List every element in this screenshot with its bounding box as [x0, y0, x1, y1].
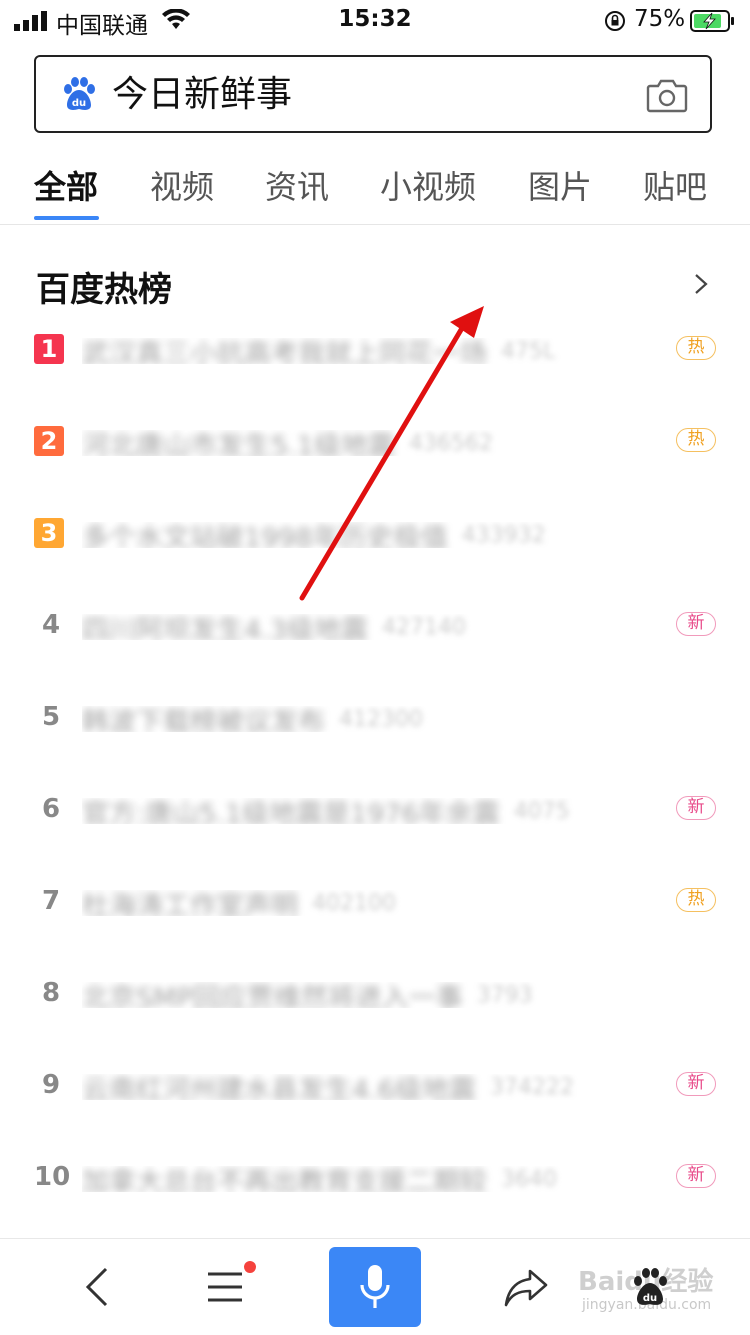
hot-item-title[interactable]: 云南红河州建水县发生4.6级地震 374222 — [82, 1074, 642, 1101]
hot-item-count: 4075 — [513, 798, 570, 824]
rank-number: 8 — [41, 978, 61, 1008]
hot-item-title-text: 杜海涛工作室声明 — [82, 890, 298, 917]
tab-short-video[interactable]: 小视频 — [380, 162, 476, 208]
chevron-right-icon[interactable] — [692, 272, 710, 296]
battery-charging-icon — [690, 10, 734, 32]
hot-badge: 热 — [676, 888, 716, 912]
baidu-home-paw-icon[interactable]: du — [630, 1265, 670, 1309]
battery-percentage: 75% — [634, 6, 686, 32]
voice-search-button[interactable] — [329, 1247, 421, 1327]
status-bar: 中国联通 15:32 75% — [0, 0, 750, 44]
annotation-arrow-icon — [299, 306, 484, 601]
new-badge: 新 — [676, 1072, 716, 1096]
hot-item-count: 427140 — [381, 614, 466, 640]
rank-number: 3 — [34, 518, 64, 548]
hot-item-title-text: 官方:唐山5.1级地震是1976年余震 — [82, 798, 500, 825]
menu-icon[interactable] — [206, 1269, 244, 1305]
hot-item-title[interactable]: 北京SMP回应贾维然将进入一事 3793 — [82, 982, 642, 1009]
search-box[interactable]: du 今日新鲜事 — [34, 55, 712, 133]
rank-number: 10 — [34, 1162, 71, 1192]
hot-item-count: 475L — [501, 338, 556, 364]
hot-badge: 热 — [676, 336, 716, 360]
new-badge: 新 — [676, 796, 716, 820]
share-icon[interactable] — [504, 1267, 548, 1307]
tab-tieba[interactable]: 贴吧 — [643, 162, 707, 208]
hot-item-title-text: 韩波下载榜被议发布 — [82, 706, 325, 733]
rank-number: 2 — [34, 426, 64, 456]
hot-item-count: 374222 — [489, 1074, 574, 1100]
camera-icon[interactable] — [646, 77, 688, 113]
rank-number: 5 — [41, 702, 61, 732]
rank-number: 4 — [41, 610, 61, 640]
rank-number: 6 — [41, 794, 61, 824]
back-arrow-icon[interactable] — [84, 1267, 110, 1307]
hot-list-item[interactable]: 9 云南红河州建水县发生4.6级地震 374222 新 — [0, 1070, 750, 1162]
rank-number: 7 — [41, 886, 61, 916]
hot-item-title-text: 北京SMP回应贾维然将进入一事 — [82, 982, 463, 1009]
microphone-icon — [360, 1265, 390, 1308]
hot-list-item[interactable]: 5 韩波下载榜被议发布 412300 — [0, 702, 750, 794]
hot-item-title[interactable]: 杜海涛工作室声明 402100 — [82, 890, 642, 917]
hot-list-item[interactable]: 7 杜海涛工作室声明 402100 热 — [0, 886, 750, 978]
hot-list-item[interactable]: 4 四川阿坝发生4.3级地震 427140 新 — [0, 610, 750, 702]
active-tab-indicator — [34, 216, 99, 220]
new-badge: 新 — [676, 612, 716, 636]
bottom-toolbar: Baidu经验 jingyan.baidu.com du — [0, 1238, 750, 1335]
svg-text:du: du — [643, 1293, 657, 1304]
rank-number: 9 — [41, 1070, 61, 1100]
hot-item-title[interactable]: 官方:唐山5.1级地震是1976年余震 4075 — [82, 798, 642, 825]
tab-news[interactable]: 资讯 — [265, 162, 329, 208]
new-badge: 新 — [676, 1164, 716, 1188]
hot-list-item[interactable]: 8 北京SMP回应贾维然将进入一事 3793 — [0, 978, 750, 1070]
hot-item-title[interactable]: 加拿大总台不再出教育支援二期较 3640 — [82, 1166, 642, 1193]
baidu-paw-logo-icon: du — [64, 77, 95, 110]
rank-number: 1 — [34, 334, 64, 364]
hot-item-title[interactable]: 四川阿坝发生4.3级地震 427140 — [82, 614, 642, 641]
hot-list-title[interactable]: 百度热榜 — [36, 262, 172, 311]
category-tabs: 全部 视频 资讯 小视频 图片 贴吧 — [0, 150, 750, 225]
hot-item-count: 412300 — [339, 706, 423, 732]
hot-badge: 热 — [676, 428, 716, 452]
tab-images[interactable]: 图片 — [528, 162, 592, 208]
hot-item-count: 3640 — [501, 1166, 557, 1192]
tab-all[interactable]: 全部 — [34, 162, 98, 208]
hot-item-count: 3793 — [476, 982, 533, 1008]
rotation-lock-icon — [605, 11, 625, 31]
hot-item-count: 402100 — [312, 890, 396, 916]
svg-text:du: du — [72, 98, 86, 109]
search-query-text[interactable]: 今日新鲜事 — [112, 69, 292, 121]
hot-item-title-text: 四川阿坝发生4.3级地震 — [82, 614, 368, 641]
notification-dot — [244, 1261, 256, 1273]
hot-list-item[interactable]: 6 官方:唐山5.1级地震是1976年余震 4075 新 — [0, 794, 750, 886]
tab-video[interactable]: 视频 — [150, 162, 214, 208]
hot-item-title[interactable]: 韩波下载榜被议发布 412300 — [82, 706, 642, 733]
hot-item-title-text: 云南红河州建水县发生4.6级地震 — [82, 1074, 476, 1101]
hot-item-title-text: 加拿大总台不再出教育支援二期较 — [82, 1166, 487, 1193]
